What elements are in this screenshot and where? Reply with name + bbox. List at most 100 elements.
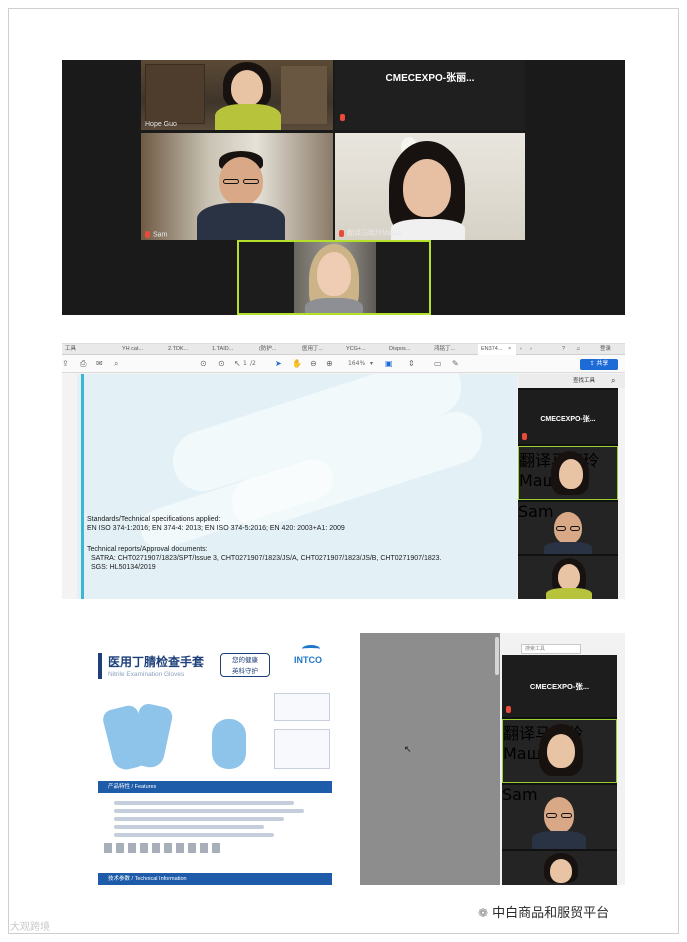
tab-close-icon[interactable]: ×: [508, 344, 514, 355]
participant-name: Hope Guo: [145, 121, 177, 128]
help-icon[interactable]: ?: [562, 344, 570, 355]
certification-icons: [104, 843, 224, 853]
search-icon[interactable]: ⌕: [114, 359, 118, 369]
video-call-gallery: Hope Guo CMECEXPO-张丽... Sam 翻译马晓玲Маша: [62, 60, 625, 315]
tab-tools[interactable]: 工具: [65, 344, 103, 355]
participant-name: Sam: [145, 230, 168, 238]
zoom-in-icon[interactable]: ⊕: [326, 359, 333, 369]
doc-line: Standards/Technical specifications appli…: [87, 516, 221, 523]
pdf-viewer-window: 工具 YH cat... 2.TDK... 1.TAID... (防护... 医…: [62, 343, 625, 599]
tab-document[interactable]: YCG+...: [346, 344, 384, 355]
doc-line: EN ISO 374-1:2016; EN 374-4: 2013; EN IS…: [87, 525, 345, 532]
select-tool-icon[interactable]: ➤: [275, 359, 282, 369]
slogan-line: 您的健康: [232, 657, 258, 664]
video-tile-translator[interactable]: 翻译马晓玲Маша: [335, 133, 525, 240]
wechat-icon: ❁: [478, 906, 489, 920]
mouse-cursor-icon: ↖: [404, 745, 412, 755]
video-tile-hope-guo[interactable]: [502, 851, 617, 885]
product-box-image: [274, 729, 330, 769]
login-link[interactable]: 登录: [600, 344, 624, 355]
title-accent: [98, 653, 102, 679]
tab-document[interactable]: Dispos...: [389, 344, 429, 355]
product-subtitle: Nitrile Examination Gloves: [108, 671, 185, 678]
pen-icon[interactable]: ✎: [452, 359, 459, 369]
doc-line: SGS: HL50134/2019: [91, 564, 156, 571]
video-tile-sam[interactable]: Sam: [141, 133, 333, 240]
brand-logo: INTCO: [294, 655, 322, 665]
page-down-icon[interactable]: ⊙: [218, 359, 225, 369]
product-box-image: [274, 693, 330, 721]
page-total: /2: [250, 360, 256, 367]
zoom-out-icon[interactable]: ⊖: [310, 359, 317, 369]
features-header: 产品特性 / Features: [98, 781, 332, 793]
video-strip: CMECEXPO-张... 翻译马晓玲Маша Sam: [502, 655, 617, 885]
tab-document[interactable]: YH cat...: [122, 344, 162, 355]
slogan-line: 英科守护: [232, 668, 258, 675]
find-tools-header: 查找工具 ⌕: [518, 374, 625, 388]
fit-page-icon[interactable]: ▣: [385, 359, 393, 369]
participant-name: 翻译马晓玲Маша: [339, 228, 401, 238]
video-tile-cmecexpo[interactable]: CMECEXPO-张丽...: [335, 60, 525, 130]
brochure-viewer-window: 医用丁腈检查手套 Nitrile Examination Gloves 您的健康…: [62, 633, 625, 885]
search-tools-input[interactable]: 搜索工具: [521, 644, 581, 654]
scroll-mode-icon[interactable]: ⇕: [408, 359, 415, 369]
page-accent-stripe: [81, 374, 84, 599]
bookshelf: [145, 64, 205, 124]
cursor-icon[interactable]: ↖: [234, 359, 241, 369]
tab-bar: 工具 YH cat... 2.TDK... 1.TAID... (防护... 医…: [62, 344, 625, 355]
chevron-right-icon[interactable]: ›: [530, 344, 538, 355]
video-tile-active-speaker[interactable]: [237, 240, 431, 315]
share-button-label: 共享: [596, 361, 609, 367]
tab-document[interactable]: 鸿铭丁...: [434, 344, 472, 355]
mic-muted-icon: [340, 107, 348, 126]
pdf-toolbar: ⇪ ⎙ ✉ ⌕ ⊙ ⊙ ↖ 1 /2 ➤ ✋ ⊖ ⊕ 164% ▾ ▣ ⇕ ▭ …: [62, 355, 625, 373]
footer-brand-text: 中白商品和服贸平台: [492, 906, 610, 921]
mail-icon[interactable]: ✉: [96, 359, 103, 369]
video-tile-cmecexpo[interactable]: CMECEXPO-张...: [518, 390, 618, 444]
watermark: 大观跨境: [10, 922, 50, 933]
mic-muted-icon: [522, 433, 527, 440]
participant-display-name: CMECEXPO-张...: [540, 416, 596, 423]
viewer-background: ↖: [360, 633, 500, 885]
pdf-page: Standards/Technical specifications appli…: [77, 374, 517, 599]
chevron-down-icon[interactable]: ▾: [370, 359, 373, 369]
comment-icon[interactable]: ▭: [434, 359, 442, 369]
share-button[interactable]: ⇪ 共享: [580, 359, 618, 370]
participant-name-text: Sam: [153, 231, 168, 238]
participant-display-name: CMECEXPO-张...: [529, 682, 590, 691]
doc-line: Technical reports/Approval documents:: [87, 546, 208, 553]
tab-document[interactable]: 1.TAID...: [212, 344, 252, 355]
video-tile-hope-guo[interactable]: Hope Guo: [141, 60, 333, 130]
video-tile-cmecexpo[interactable]: CMECEXPO-张...: [502, 655, 617, 717]
product-title: 医用丁腈检查手套: [108, 655, 205, 669]
search-icon[interactable]: ⌕: [611, 374, 615, 388]
scrollbar[interactable]: [495, 637, 499, 675]
upload-icon[interactable]: ⇪: [62, 359, 69, 369]
tab-document[interactable]: 2.TDK...: [168, 344, 206, 355]
find-tools-label: 查找工具: [573, 378, 596, 384]
video-tile-hope-guo[interactable]: [518, 556, 618, 599]
participant-display-name: CMECEXPO-张丽...: [385, 73, 475, 84]
technical-info-header: 技术参数 / Technical Information: [98, 873, 332, 885]
video-tile-sam[interactable]: Sam: [502, 785, 617, 849]
bookshelf: [281, 66, 327, 124]
brand-logo-icon: [302, 645, 320, 653]
page-number-input[interactable]: 1: [243, 359, 247, 369]
page-up-icon[interactable]: ⊙: [200, 359, 207, 369]
video-strip: CMECEXPO-张... 翻译马晓玲Маша Sam: [518, 388, 618, 599]
hand-tool-icon[interactable]: ✋: [292, 359, 302, 369]
mic-muted-icon: [145, 230, 150, 238]
slogan-badge: 您的健康 英科守护: [220, 653, 270, 677]
bell-icon[interactable]: ♫: [576, 344, 584, 355]
tab-document[interactable]: 医用丁...: [302, 344, 342, 355]
chevron-left-icon[interactable]: ‹: [520, 344, 528, 355]
glove-image: [212, 719, 246, 769]
zoom-select[interactable]: 164%: [348, 359, 365, 369]
video-tile-translator[interactable]: 翻译马晓玲Маша: [518, 446, 618, 500]
mic-muted-icon: [506, 706, 511, 713]
doc-line: SATRA: CHT0271907/1823/SPT/Issue 3, CHT0…: [91, 555, 442, 562]
video-tile-translator[interactable]: 翻译马晓玲Маша: [502, 719, 617, 783]
tab-document[interactable]: (防护...: [259, 344, 297, 355]
video-tile-sam[interactable]: Sam: [518, 502, 618, 554]
print-icon[interactable]: ⎙: [80, 359, 86, 369]
